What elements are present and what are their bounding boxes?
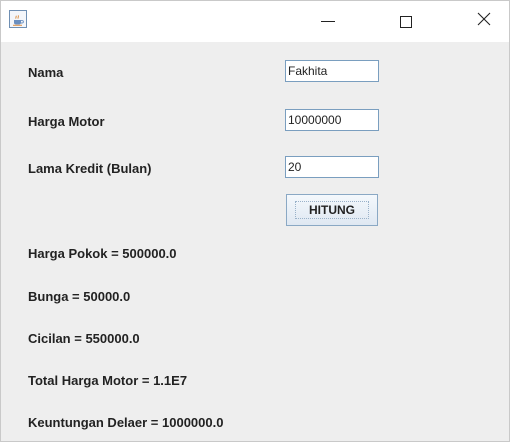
maximize-button[interactable] [383,1,429,42]
java-coffee-icon[interactable] [9,10,27,28]
total-harga-result: Total Harga Motor = 1.1E7 [28,373,188,388]
cicilan-result: Cicilan = 550000.0 [28,331,140,346]
maximize-icon [400,15,412,28]
app-window: Nama Harga Motor Lama Kredit (Bulan) HIT… [0,0,510,442]
minimize-button[interactable] [305,1,351,42]
nama-input[interactable] [285,60,379,82]
minimize-icon [321,21,335,22]
close-icon [477,12,491,31]
harga-motor-input[interactable] [285,109,379,131]
harga-pokok-result: Harga Pokok = 500000.0 [28,246,177,261]
lama-kredit-label: Lama Kredit (Bulan) [28,161,152,176]
keuntungan-result: Keuntungan Delaer = 1000000.0 [28,415,224,430]
lama-kredit-input[interactable] [285,156,379,178]
nama-label: Nama [28,65,64,80]
title-bar[interactable] [1,1,509,42]
bunga-result: Bunga = 50000.0 [28,289,131,304]
close-button[interactable] [461,1,507,42]
hitung-button[interactable]: HITUNG [286,194,378,226]
hitung-button-label: HITUNG [295,201,369,219]
harga-motor-label: Harga Motor [28,114,105,129]
